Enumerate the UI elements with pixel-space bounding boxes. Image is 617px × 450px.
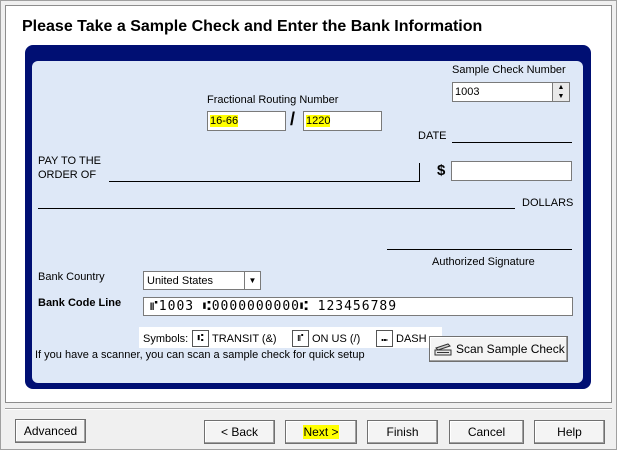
fractional-routing-left-input[interactable]: 16-66: [207, 111, 286, 131]
on-us-label: ON US (/): [312, 333, 361, 345]
transit-symbol-button[interactable]: ⑆: [192, 330, 209, 347]
on-us-symbol-button[interactable]: ⑈: [292, 330, 309, 347]
signature-line: [387, 249, 572, 250]
next-button[interactable]: Next >: [285, 420, 357, 444]
advanced-button[interactable]: Advanced: [15, 419, 86, 443]
scanner-hint: If you have a scanner, you can scan a sa…: [35, 349, 365, 361]
back-button[interactable]: < Back: [204, 420, 275, 444]
footer-separator-highlight: [5, 409, 612, 410]
dash-label: DASH: [396, 333, 427, 345]
chevron-down-icon[interactable]: ▼: [244, 272, 260, 289]
payee-line-end: [419, 163, 420, 182]
cancel-button[interactable]: Cancel: [449, 420, 524, 444]
fractional-left-value: 16-66: [210, 115, 239, 127]
bank-code-line-label: Bank Code Line: [38, 297, 122, 309]
sample-check-number-value: 1003: [455, 86, 480, 98]
bank-country-value: United States: [147, 275, 214, 287]
fractional-slash: /: [290, 109, 296, 129]
bank-country-label: Bank Country: [38, 271, 105, 283]
amount-box: [451, 161, 572, 181]
bank-code-line-input[interactable]: ⑈1003 ⑆0000000000⑆ 123456789: [143, 297, 573, 316]
sample-check-number-label: Sample Check Number: [452, 64, 566, 76]
page-title: Please Take a Sample Check and Enter the…: [22, 18, 483, 35]
sample-check-number-input[interactable]: 1003 ▲ ▼: [452, 82, 570, 102]
symbols-label: Symbols:: [143, 333, 189, 345]
scanner-icon: [434, 343, 452, 356]
next-button-label: Next >: [303, 425, 339, 439]
transit-label: TRANSIT (&): [212, 333, 277, 345]
fractional-routing-label: Fractional Routing Number: [207, 94, 339, 106]
help-button[interactable]: Help: [534, 420, 605, 444]
dash-symbol-button[interactable]: ⑉: [376, 330, 393, 347]
scan-sample-check-label: Scan Sample Check: [456, 342, 565, 356]
spin-down-icon[interactable]: ▼: [553, 92, 569, 101]
authorized-signature-label: Authorized Signature: [432, 256, 535, 268]
wizard-window: Please Take a Sample Check and Enter the…: [0, 0, 617, 450]
bank-country-select[interactable]: United States ▼: [143, 271, 261, 290]
fractional-routing-right-input[interactable]: 1220: [303, 111, 382, 131]
finish-button[interactable]: Finish: [367, 420, 438, 444]
date-label: DATE: [418, 130, 447, 142]
spin-up-icon[interactable]: ▲: [553, 83, 569, 92]
pay-to-label-line1: PAY TO THE: [38, 155, 101, 167]
date-line: [452, 142, 572, 143]
payee-line: [109, 181, 420, 182]
scan-sample-check-button[interactable]: Scan Sample Check: [429, 336, 568, 362]
fractional-right-value: 1220: [306, 115, 331, 127]
check-number-spinner[interactable]: ▲ ▼: [552, 83, 569, 101]
pay-to-label-line2: ORDER OF: [38, 169, 97, 181]
amount-words-line: [38, 208, 515, 209]
dollar-sign: $: [437, 162, 446, 179]
dollars-label: DOLLARS: [522, 197, 574, 209]
